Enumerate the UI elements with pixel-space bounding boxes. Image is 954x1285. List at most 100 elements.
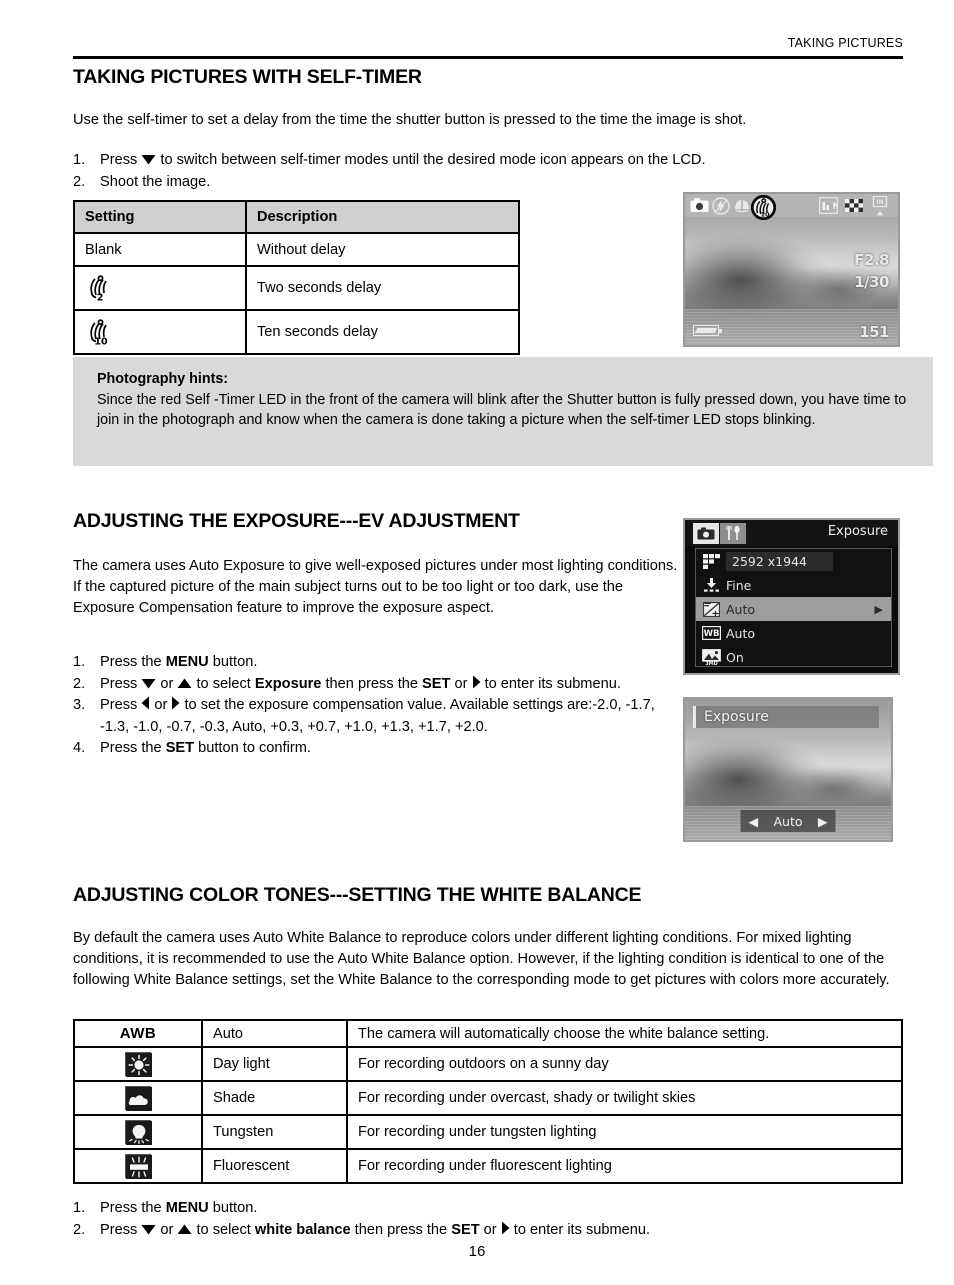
self-timer-selected-icon[interactable]: 10: [750, 194, 777, 225]
cell-icon-shade: [73, 1080, 203, 1116]
tungsten-bulb-icon: [125, 1120, 152, 1145]
menu-row-label: 2592 x1944: [726, 551, 891, 571]
table-row: 2 Two seconds delay: [73, 265, 520, 311]
camera-exposure-preview-screenshot: Exposure ◀ Auto ▶: [683, 697, 893, 842]
self-timer-table: Setting Description Blank Without delay: [73, 200, 520, 355]
quality-icon: [696, 577, 726, 593]
lcd-aperture-value: F2.8: [854, 251, 889, 269]
capture-tab-icon[interactable]: [693, 523, 719, 544]
up-arrow-icon: [177, 678, 192, 689]
lcd-shutter-speed-value: 1/30: [854, 273, 889, 291]
cell-description: Without delay: [245, 232, 520, 267]
cell-mode: Fluorescent: [201, 1148, 348, 1184]
menu-row-quality[interactable]: Fine: [696, 573, 891, 597]
self-timer-intro-paragraph: Use the self-timer to set a delay from t…: [73, 112, 747, 128]
list-number: 1.: [73, 654, 86, 670]
photography-hints-box: Photography hints: Since the red Self -T…: [73, 357, 933, 466]
exposure-title: Exposure: [704, 709, 769, 725]
cell-setting: 10: [73, 309, 247, 355]
step-text: Press the MENU button.: [100, 1200, 258, 1216]
column-header-description: Description: [245, 200, 520, 234]
step-text: Press or to set the exposure compensatio…: [100, 696, 655, 735]
menu-title: Exposure: [827, 524, 888, 539]
left-arrow-icon[interactable]: ◀: [749, 814, 759, 829]
setup-tab-icon[interactable]: [720, 523, 746, 544]
cell-description: Two seconds delay: [245, 265, 520, 311]
ev-intro-paragraph: The camera uses Auto Exposure to give we…: [73, 558, 678, 616]
list-item: 1. Press to switch between self-timer mo…: [73, 150, 933, 172]
section-heading-self-timer: TAKING PICTURES WITH SELF-TIMER: [73, 66, 422, 88]
scene-icon: 3MD: [696, 649, 726, 665]
resolution-value: 2592 x1944: [726, 551, 833, 571]
menu-row-label: On: [726, 649, 744, 665]
step-text-pre: Press: [100, 152, 142, 168]
right-arrow-icon[interactable]: ▶: [818, 814, 828, 829]
menu-row-white-balance[interactable]: WB Auto: [696, 621, 891, 645]
menu-row-resolution[interactable]: 2592 x1944: [696, 549, 891, 573]
table-row: 10 Ten seconds delay: [73, 309, 520, 355]
camera-menu-exposure-screenshot: Exposure 2592 x1944 Fine Auto ▶ WB Auto …: [683, 518, 900, 675]
hints-body: Since the red Self -Timer LED in the fro…: [97, 391, 907, 429]
list-item: 2. Shoot the image.: [73, 172, 933, 194]
self-timer-2s-icon: 2: [85, 273, 115, 304]
cell-mode: Shade: [201, 1080, 348, 1116]
svg-text:3MD: 3MD: [705, 661, 718, 665]
page-number: 16: [468, 1243, 486, 1260]
list-item: 2. Press or to select white balance then…: [73, 1220, 933, 1242]
down-arrow-icon: [141, 678, 156, 689]
list-item: 2. Press or to select Exposure then pres…: [73, 674, 688, 696]
exposure-title-bar: Exposure: [693, 706, 879, 728]
list-number: 4.: [73, 740, 86, 756]
cloud-icon: [125, 1086, 152, 1111]
list-number: 2.: [73, 1221, 86, 1238]
menu-row-label: Auto: [726, 601, 756, 617]
hints-title: Photography hints:: [97, 371, 229, 387]
menu-row-label: Auto: [726, 625, 756, 641]
table-row: Blank Without delay: [73, 232, 520, 267]
cell-description: The camera will automatically choose the…: [346, 1019, 903, 1048]
down-arrow-icon: [141, 1224, 156, 1235]
menu-row-scene[interactable]: 3MD On: [696, 645, 891, 669]
chevron-right-icon: ▶: [874, 602, 883, 616]
cell-setting: 2: [73, 265, 247, 311]
svg-text:10: 10: [760, 211, 770, 219]
cell-icon-fluorescent: [73, 1148, 203, 1184]
list-number: 1.: [73, 1200, 86, 1216]
cell-description: For recording under overcast, shady or t…: [346, 1080, 903, 1116]
white-balance-table: AWB Auto The camera will automatically c…: [73, 1019, 903, 1184]
self-timer-10s-icon: 10: [85, 317, 115, 348]
cell-description: For recording under fluorescent lighting: [346, 1148, 903, 1184]
right-arrow-icon: [472, 675, 481, 689]
camera-mode-icon: [690, 197, 709, 218]
memory-card-icon: IN: [871, 195, 889, 221]
down-arrow-icon: [141, 154, 156, 165]
sun-icon: [125, 1052, 152, 1077]
cell-description: For recording under tungsten lighting: [346, 1114, 903, 1150]
section-heading-white-balance: ADJUSTING COLOR TONES---SETTING THE WHIT…: [73, 884, 642, 906]
white-balance-intro-paragraph: By default the camera uses Auto White Ba…: [73, 930, 890, 988]
cell-description: For recording outdoors on a sunny day: [346, 1046, 903, 1082]
list-item: 3. Press or to set the exposure compensa…: [73, 695, 688, 738]
macro-icon: [733, 197, 751, 218]
lcd-shots-remaining: 151: [859, 323, 889, 341]
metering-icon: M: [818, 196, 842, 219]
menu-row-exposure[interactable]: Auto ▶: [696, 597, 891, 621]
exposure-value-picker[interactable]: ◀ Auto ▶: [740, 810, 836, 832]
cell-icon-awb: AWB: [73, 1019, 203, 1048]
self-timer-icon-label: 10: [94, 337, 108, 348]
step-text-post: to switch between self-timer modes until…: [156, 152, 706, 168]
step-text: Shoot the image.: [100, 173, 211, 190]
list-item: 1. Press the MENU button.: [73, 1198, 933, 1220]
svg-text:IN: IN: [876, 199, 883, 206]
cell-mode: Tungsten: [201, 1114, 348, 1150]
ev-steps: 1. Press the MENU button. 2. Press or to…: [73, 652, 688, 760]
table-row: Shade For recording under overcast, shad…: [73, 1080, 903, 1116]
svg-text:M: M: [833, 202, 839, 212]
camera-lcd-self-timer-screenshot: 10 M IN: [683, 192, 900, 347]
column-header-setting: Setting: [73, 200, 247, 234]
list-number: 2.: [73, 173, 86, 190]
cell-icon-daylight: [73, 1046, 203, 1082]
white-balance-icon: WB: [696, 626, 726, 640]
right-arrow-icon: [501, 1221, 510, 1235]
exposure-value: Auto: [773, 813, 803, 829]
